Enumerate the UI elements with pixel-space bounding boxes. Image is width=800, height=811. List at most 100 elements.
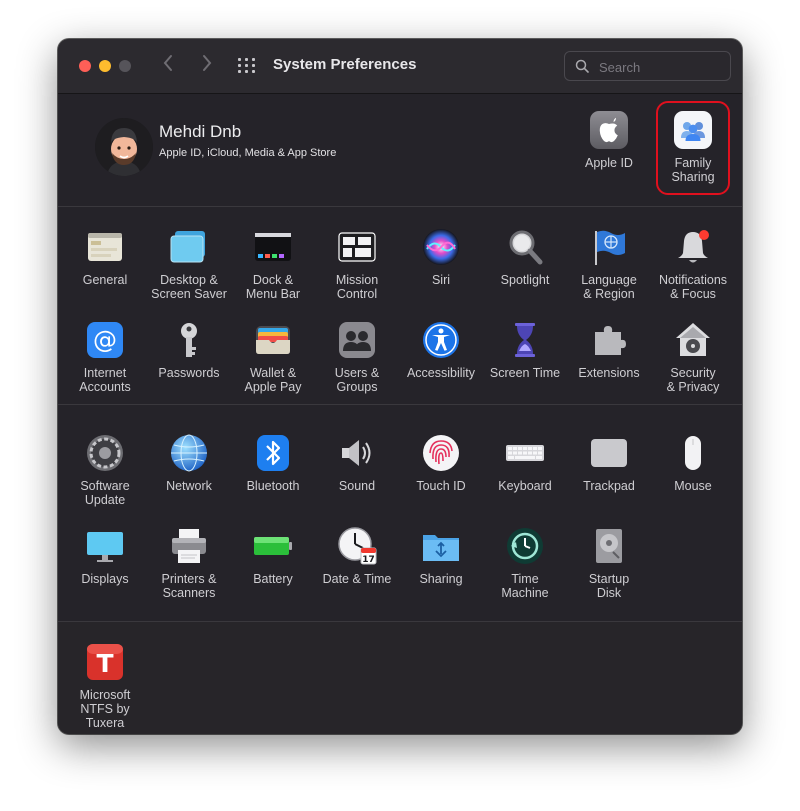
clock-calendar-icon: 17 — [337, 526, 377, 566]
system-preferences-window: System Preferences Mehdi Dnb Apple ID, — [58, 39, 742, 734]
pref-label: Extensions — [578, 366, 640, 380]
apple-logo-icon — [589, 110, 629, 150]
pref-general[interactable]: General — [63, 227, 147, 287]
pref-label: Trackpad — [583, 479, 635, 493]
siri-icon — [421, 227, 461, 267]
zoom-button[interactable] — [119, 60, 131, 72]
pref-tuxera-ntfs[interactable]: T Microsoft NTFS by Tuxera — [63, 642, 147, 730]
user-subtitle[interactable]: Apple ID, iCloud, Media & App Store — [159, 147, 336, 159]
general-icon — [85, 227, 125, 267]
pref-siri[interactable]: Siri — [399, 227, 483, 287]
pref-label: Accessibility — [406, 366, 476, 380]
pref-internet-accounts[interactable]: @ Internet Accounts — [63, 320, 147, 394]
pref-mission-control[interactable]: Mission Control — [315, 227, 399, 301]
pref-sound[interactable]: Sound — [315, 433, 399, 493]
pref-label: Software Update — [80, 479, 130, 507]
pref-bluetooth[interactable]: Bluetooth — [231, 433, 315, 493]
pref-label: Battery — [253, 572, 293, 586]
svg-text:@: @ — [93, 326, 117, 354]
close-button[interactable] — [79, 60, 91, 72]
wallet-icon — [253, 320, 293, 360]
dock-icon — [253, 227, 293, 267]
pref-software-update[interactable]: Software Update — [63, 433, 147, 507]
hourglass-icon — [505, 320, 545, 360]
pref-label: Desktop & Screen Saver — [151, 273, 227, 301]
pref-apple-id[interactable]: Apple ID — [567, 110, 651, 170]
preferences-section-hardware: Software Update Network Bluetooth Sound … — [58, 405, 742, 622]
chevron-left-icon — [163, 55, 172, 71]
pref-language-region[interactable]: Language & Region — [567, 227, 651, 301]
pref-mouse[interactable]: Mouse — [651, 433, 735, 493]
pref-trackpad[interactable]: Trackpad — [567, 433, 651, 493]
forward-button[interactable] — [197, 53, 217, 77]
pref-desktop-screen-saver[interactable]: Desktop & Screen Saver — [147, 227, 231, 301]
pref-keyboard[interactable]: Keyboard — [483, 433, 567, 493]
pref-label: General — [82, 273, 128, 287]
pref-label: Security & Privacy — [666, 366, 720, 394]
pref-screen-time[interactable]: Screen Time — [483, 320, 567, 380]
accessibility-icon — [421, 320, 461, 360]
pref-label: Sound — [338, 479, 376, 493]
pref-passwords[interactable]: Passwords — [147, 320, 231, 380]
pref-label: Displays — [81, 572, 129, 586]
pref-label: Keyboard — [498, 479, 552, 493]
pref-notifications-focus[interactable]: Notifications & Focus — [651, 227, 735, 301]
tuxera-t-icon: T — [85, 642, 125, 682]
sharing-folder-icon — [421, 526, 461, 566]
search-field[interactable] — [564, 51, 731, 81]
avatar[interactable] — [95, 118, 153, 176]
pref-displays[interactable]: Displays — [63, 526, 147, 586]
pref-printers-scanners[interactable]: Printers & Scanners — [147, 526, 231, 600]
pref-label: Notifications & Focus — [658, 273, 728, 301]
minimize-button[interactable] — [99, 60, 111, 72]
pref-label: Internet Accounts — [79, 366, 131, 394]
pref-accessibility[interactable]: Accessibility — [399, 320, 483, 380]
disk-icon — [589, 526, 629, 566]
pref-time-machine[interactable]: Time Machine — [483, 526, 567, 600]
spotlight-icon — [505, 227, 545, 267]
pref-label: Touch ID — [416, 479, 466, 493]
pref-security-privacy[interactable]: Security & Privacy — [651, 320, 735, 394]
search-icon — [575, 59, 589, 73]
mouse-icon — [673, 433, 713, 473]
user-name: Mehdi Dnb — [159, 122, 242, 141]
pref-dock-menu-bar[interactable]: Dock & Menu Bar — [231, 227, 315, 301]
pref-network[interactable]: Network — [147, 433, 231, 493]
window-title: System Preferences — [273, 56, 417, 73]
pref-label: Screen Time — [489, 366, 561, 380]
search-input[interactable] — [597, 56, 726, 78]
house-lock-icon — [673, 320, 713, 360]
pref-users-groups[interactable]: Users & Groups — [315, 320, 399, 394]
pref-label: Dock & Menu Bar — [245, 273, 301, 301]
pref-wallet-apple-pay[interactable]: Wallet & Apple Pay — [231, 320, 315, 394]
pref-label: Siri — [431, 273, 451, 287]
family-sharing-highlight — [656, 101, 730, 195]
show-all-grid-icon[interactable] — [238, 58, 258, 74]
fingerprint-icon — [421, 433, 461, 473]
pref-label: Microsoft NTFS by Tuxera — [79, 688, 131, 730]
back-button[interactable] — [158, 53, 178, 77]
pref-battery[interactable]: Battery — [231, 526, 315, 586]
pref-label: Users & Groups — [334, 366, 380, 394]
puzzle-icon — [589, 320, 629, 360]
pref-extensions[interactable]: Extensions — [567, 320, 651, 380]
pref-spotlight[interactable]: Spotlight — [483, 227, 567, 287]
preferences-section-personal: General Desktop & Screen Saver Dock & Me… — [58, 207, 742, 405]
pref-label: Printers & Scanners — [161, 572, 217, 600]
speaker-icon — [337, 433, 377, 473]
desktop-icon — [169, 227, 209, 267]
chevron-right-icon — [203, 55, 212, 71]
pref-label: Mission Control — [335, 273, 379, 301]
battery-icon — [253, 526, 293, 566]
notifications-bell-icon — [673, 227, 713, 267]
pref-date-time[interactable]: 17 Date & Time — [315, 526, 399, 586]
pref-sharing[interactable]: Sharing — [399, 526, 483, 586]
pref-label: Network — [166, 479, 212, 493]
preferences-section-other: T Microsoft NTFS by Tuxera — [58, 622, 742, 734]
pref-label: Passwords — [158, 366, 220, 380]
at-sign-icon: @ — [85, 320, 125, 360]
pref-startup-disk[interactable]: Startup Disk — [567, 526, 651, 600]
display-icon — [85, 526, 125, 566]
pref-touch-id[interactable]: Touch ID — [399, 433, 483, 493]
pref-label: Sharing — [419, 572, 463, 586]
